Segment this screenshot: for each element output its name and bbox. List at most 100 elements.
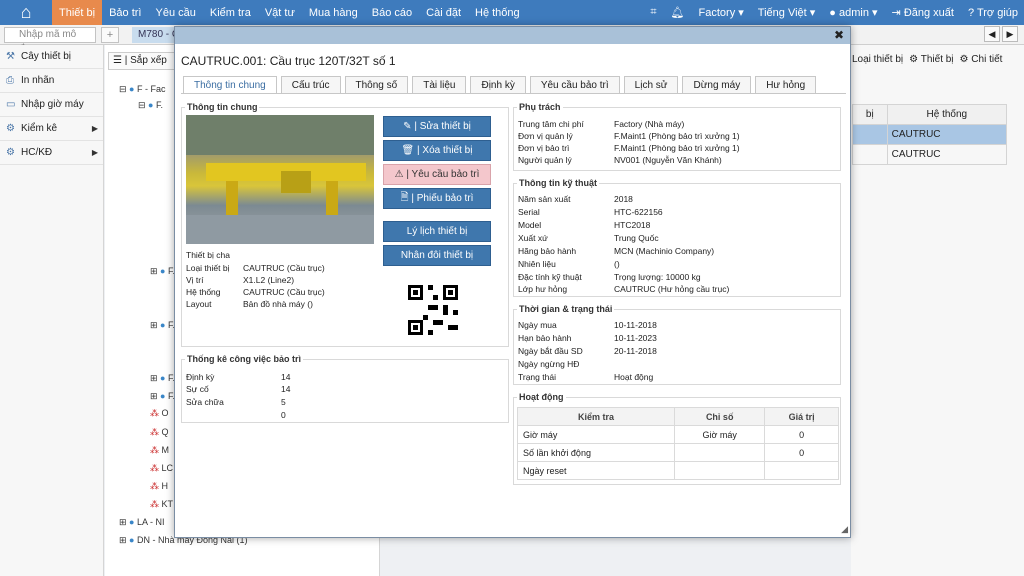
prev-arrow-icon[interactable]: ◀ [984,26,1000,42]
info-value: 2018 [614,194,633,204]
scan-icon[interactable]: ⌗ [650,6,656,19]
qr-code-icon [408,285,458,335]
equipment-type-link[interactable]: Loại thiết bị [852,54,903,65]
edit-equipment-button[interactable]: ✎ | Sửa thiết bị [383,116,491,137]
language-select[interactable]: Tiếng Việt ▾ [758,6,816,19]
activity-table: Kiểm tra Chỉ số Giá trị Giờ máy Giờ máy 0 Số… [516,407,839,480]
info-label: Đặc tính kỹ thuật [518,272,582,282]
maintenance-ticket-button[interactable]: 🗎︎ | Phiếu bảo trì [383,188,491,209]
table-row[interactable]: CAUTRUC [852,124,1008,145]
tree-node-label: H [161,481,169,491]
tree-node[interactable]: ⁂ M [150,445,169,456]
sidebar-item-inventory[interactable]: ⚙ Kiểm kê ▶ [0,117,103,141]
tree-node[interactable]: ⁂ O [150,408,169,419]
equipment-history-button[interactable]: Lý lịch thiết bị [383,221,491,242]
column-header[interactable]: Kiểm tra [516,407,676,426]
column-header[interactable]: Giá trị [764,407,839,426]
tree-node[interactable]: ⊞ ● F. [150,320,175,331]
tree-node[interactable]: ⊞ ● F. [150,391,175,402]
equipment-photo[interactable] [186,115,374,244]
sidebar-item-hours[interactable]: ▭ Nhập giờ máy [0,93,103,117]
tab-structure[interactable]: Cấu trúc [280,76,341,94]
table-row[interactable]: Số lần khởi động 0 [516,443,839,462]
duplicate-equipment-button[interactable]: Nhân đôi thiết bị [383,245,491,266]
print-icon: ⎙ [6,75,14,86]
table-row[interactable]: CAUTRUC [852,144,1008,165]
table-cell: 0 [764,443,839,462]
tree-node[interactable]: ⁂ LC [150,463,173,474]
menu-thiet-bi[interactable]: Thiết bị [52,0,103,25]
logout-button[interactable]: ⇥ Đăng xuất [892,6,954,19]
column-header[interactable]: Hệ thống [886,104,1008,125]
column-header[interactable]: bị [852,104,888,125]
section-title: Thống kê công việc bảo trì [185,354,304,364]
tab-parameters[interactable]: Thông số [344,76,409,94]
table-cell: CAUTRUC [886,124,1008,145]
button-label: | Sửa thiết bị [414,121,471,132]
home-icon[interactable]: ⌂ [0,0,52,25]
table-row[interactable]: Ngày reset [516,461,839,480]
tab-documents[interactable]: Tài liệu [412,76,467,94]
menu-yeu-cau[interactable]: Yêu cầu [148,0,202,25]
tab-downtime[interactable]: Dừng máy [682,76,752,94]
resize-handle-icon[interactable]: ◢ [841,524,848,535]
help-button[interactable]: ? Trợ giúp [968,7,1018,19]
module-tab[interactable]: M780 - C [132,27,180,43]
tab-general[interactable]: Thông tin chung [183,76,277,94]
tab-periodic[interactable]: Định kỳ [470,76,526,94]
menu-mua-hang[interactable]: Mua hàng [302,0,365,25]
info-label: Ngày mua [518,320,557,330]
equipment-table: bị Hệ thống CAUTRUC CAUTRUC [852,104,1008,165]
close-icon[interactable]: ✖ [834,28,844,42]
tab-requests[interactable]: Yêu cầu bảo trì [529,76,620,94]
info-value: CAUTRUC (Hư hỏng cầu trục) [614,284,730,294]
info-value: MCN (Machinio Company) [614,246,715,256]
next-arrow-icon[interactable]: ▶ [1002,26,1018,42]
tree-node[interactable]: ⁂ Q [150,427,169,438]
sort-label: Sắp xếp [130,55,167,66]
module-search-input[interactable]: Nhập mã mô đun [4,27,96,54]
tab-divider [181,93,846,94]
info-value: CAUTRUC (Cầu trục) [243,287,325,297]
menu-vat-tu[interactable]: Vật tư [258,0,302,25]
menu-kiem-tra[interactable]: Kiểm tra [203,0,258,25]
column-header[interactable]: Chỉ số [674,407,766,426]
sidebar-item-hckd[interactable]: ⚙ HC/KĐ ▶ [0,141,103,165]
tree-node[interactable]: ⊞ ● F. [150,266,175,277]
bell-icon[interactable]: 🔔︎ [671,6,685,19]
menu-bao-cao[interactable]: Báo cáo [365,0,419,25]
table-row[interactable]: Giờ máy Giờ máy 0 [516,425,839,444]
tree-node[interactable]: ⊞ ● LA - NI [119,517,165,528]
maintenance-request-button[interactable]: ⚠ | Yêu cầu bảo trì [383,164,491,185]
top-right-tools: ⌗ 🔔︎ Factory ▾ Tiếng Việt ▾ ● admin ▾ ⇥ … [650,0,1018,25]
delete-equipment-button[interactable]: 🗑︎ | Xóa thiết bị [383,140,491,161]
tab-history[interactable]: Lịch sử [623,76,679,94]
info-value: F.Maint1 (Phòng bảo trì xưởng 1) [614,131,740,141]
info-value: F.Maint1 (Phòng bảo trì xưởng 1) [614,143,740,153]
info-label: Đơn vị quản lý [518,131,573,141]
add-tab-button[interactable]: + [101,27,119,43]
menu-bao-tri[interactable]: Bảo trì [102,0,148,25]
dialog-titlebar[interactable]: ✖ [175,27,850,44]
user-menu[interactable]: ● admin ▾ [829,6,877,19]
tree-node[interactable]: ⁂ KT [150,499,173,510]
factory-select[interactable]: Factory ▾ [699,6,744,19]
equipment-link[interactable]: ⚙ Thiết bị [909,54,953,65]
tree-node[interactable]: ⁂ H [150,481,168,492]
info-value: 10-11-2018 [614,320,657,330]
tree-node[interactable]: ⊞ ● F. [150,373,175,384]
sidebar-item-print[interactable]: ⎙ In nhãn [0,69,103,93]
menu-cai-dat[interactable]: Cài đặt [419,0,468,25]
detail-link[interactable]: ⚙ Chi tiết [960,54,1003,65]
info-value: Bản đồ nhà máy () [243,299,313,309]
tree-node[interactable]: ⊟ ● F - Fac [119,84,166,95]
table-cell: Giờ máy [516,425,676,444]
tree-icon: ⚒ [6,51,15,62]
menu-he-thong[interactable]: Hệ thống [468,0,527,25]
tab-failures[interactable]: Hư hỏng [755,76,817,94]
tree-node[interactable]: ⊟ ● F. [138,100,163,111]
sidebar-item-tree[interactable]: ⚒ Cây thiết bị [0,45,103,69]
info-label: Hệ thống [186,287,221,297]
gear-icon: ⚙ [6,123,15,134]
info-label: Vị trí [186,275,204,285]
